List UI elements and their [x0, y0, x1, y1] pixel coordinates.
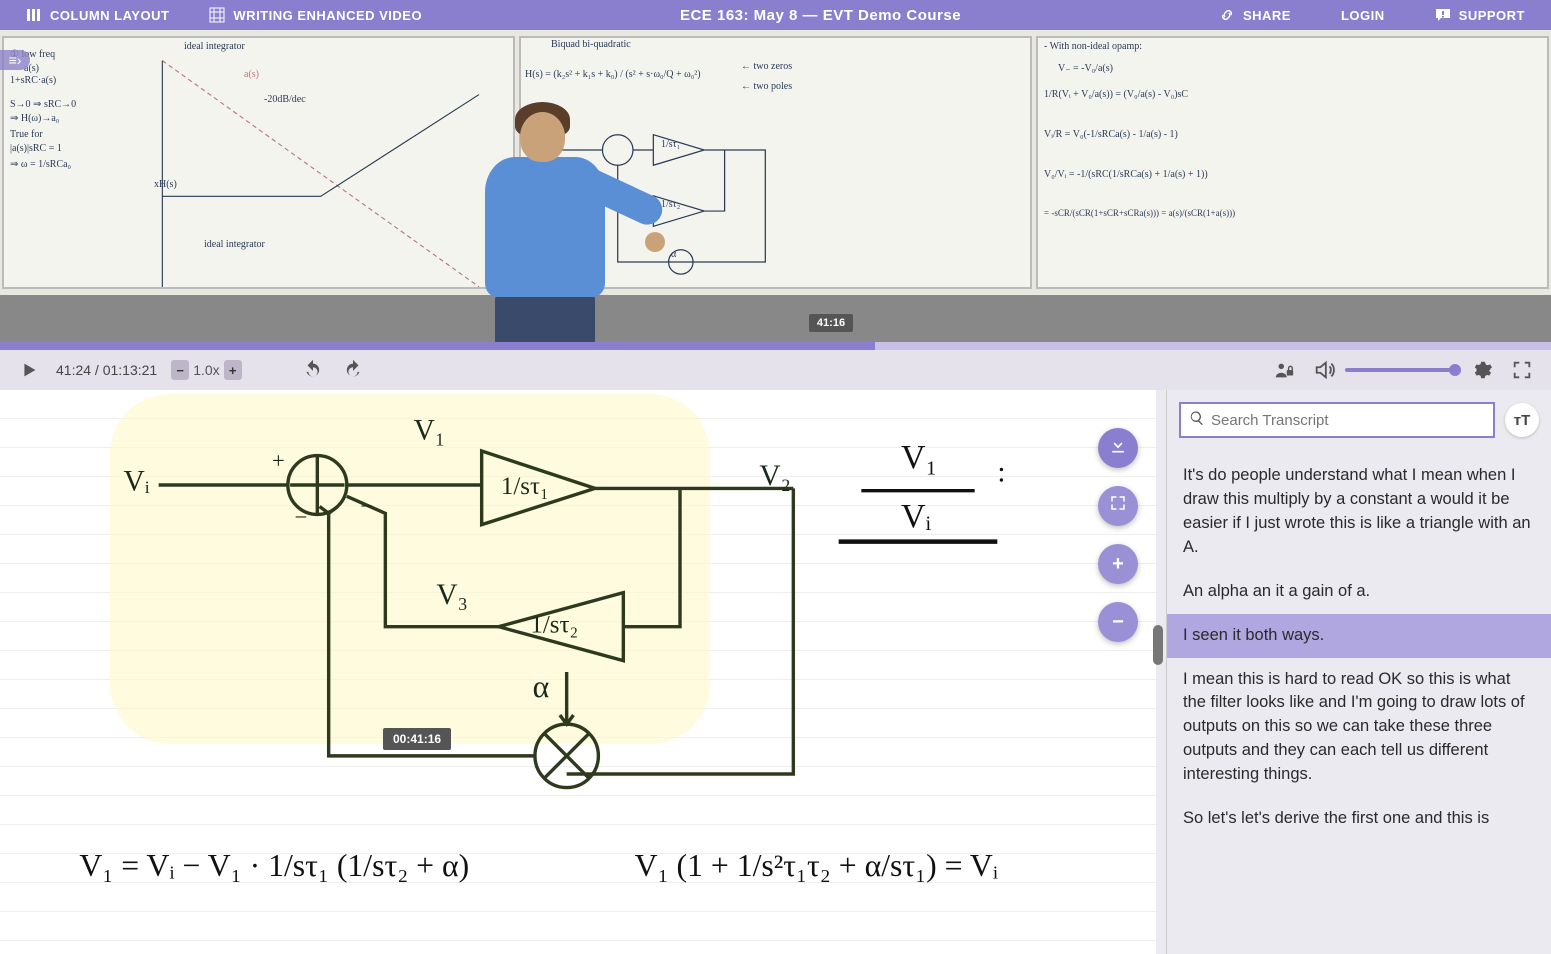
- plus-icon: +: [1112, 553, 1124, 576]
- settings-button[interactable]: [1469, 357, 1495, 383]
- transcript-item[interactable]: I seen it both ways.: [1167, 614, 1551, 658]
- whiteboard-right: - With non-ideal opamp: V₋ = -V₀/a(s) 1/…: [1036, 36, 1549, 289]
- transcript-search[interactable]: [1179, 402, 1495, 438]
- volume-control[interactable]: [1311, 357, 1455, 383]
- gear-icon: [1471, 359, 1493, 381]
- svg-text:V₁ = Vᵢ − V₁ · 1/sτ₁ (1/sτ₂ +: V₁ = Vᵢ − V₁ · 1/sτ₁ (1/sτ₂ + α): [79, 848, 469, 883]
- video-controls: 41:24 / 01:13:21 − 1.0x +: [0, 350, 1551, 390]
- panel-expand-button[interactable]: ≡›: [0, 50, 30, 70]
- svg-text::: :: [997, 457, 1005, 489]
- login-button[interactable]: LOGIN: [1341, 8, 1385, 23]
- svg-text:1/sτ₁: 1/sτ₁: [501, 473, 549, 500]
- svg-text:Vᵢ: Vᵢ: [124, 466, 150, 498]
- svg-text:V₁: V₁: [414, 415, 446, 447]
- fullscreen-button[interactable]: [1509, 357, 1535, 383]
- column-layout-button[interactable]: COLUMN LAYOUT: [26, 7, 169, 23]
- text-size-icon: тT: [1514, 412, 1531, 429]
- transcript-list[interactable]: It's do people understand what I mean wh…: [1167, 448, 1551, 954]
- zoom-out-button[interactable]: −: [1098, 602, 1138, 642]
- fullscreen-icon: [1511, 359, 1533, 381]
- feedback-icon: [1435, 7, 1451, 23]
- zoom-in-button[interactable]: +: [1098, 544, 1138, 584]
- seek-bar[interactable]: [0, 342, 1551, 350]
- replay-icon: [302, 359, 324, 381]
- svg-text:V₃: V₃: [436, 579, 468, 611]
- speed-control: − 1.0x +: [171, 360, 241, 380]
- download-button[interactable]: [1098, 428, 1138, 468]
- svg-text:Vᵢ: Vᵢ: [901, 498, 932, 535]
- whiteboard-left: ① low freq a(s) 1+sRC·a(s) S→0 ⇒ sRC→0 ⇒…: [2, 36, 515, 289]
- svg-text:V₁: V₁: [901, 439, 937, 476]
- forward-icon: [342, 359, 364, 381]
- privacy-button[interactable]: [1271, 357, 1297, 383]
- download-icon: [1108, 435, 1128, 461]
- forward-button[interactable]: [340, 357, 366, 383]
- svg-text:−: −: [295, 505, 308, 530]
- grid-icon: [209, 7, 225, 23]
- volume-slider[interactable]: [1345, 368, 1455, 372]
- speed-value: 1.0x: [189, 362, 223, 378]
- speed-down-button[interactable]: −: [171, 360, 189, 380]
- columns-icon: [26, 7, 42, 23]
- minus-icon: −: [1112, 611, 1124, 634]
- svg-text:1/sτ₂: 1/sτ₂: [530, 611, 578, 638]
- whiteboard-notes-panel[interactable]: Vᵢ V₁ V₂ V₃ 1/sτ₁ 1/sτ₂ α + − − V₁ Vᵢ : …: [0, 390, 1156, 954]
- speed-up-button[interactable]: +: [224, 360, 242, 380]
- share-button[interactable]: SHARE: [1219, 7, 1291, 23]
- transcript-item[interactable]: It's do people understand what I mean wh…: [1167, 454, 1551, 570]
- svg-text:+: +: [272, 448, 285, 473]
- rewind-button[interactable]: [300, 357, 326, 383]
- search-input[interactable]: [1211, 412, 1485, 429]
- svg-text:−: −: [360, 493, 373, 518]
- svg-text:V₁ (1 + 1/s²τ₁τ₂ + α/sτ₁) = Vᵢ: V₁ (1 + 1/s²τ₁τ₂ + α/sτ₁) = Vᵢ: [635, 848, 998, 883]
- instructor: [465, 82, 625, 342]
- person-lock-icon: [1273, 359, 1295, 381]
- svg-text:V₂: V₂: [759, 460, 791, 492]
- top-bar: COLUMN LAYOUT WRITING ENHANCED VIDEO ECE…: [0, 0, 1551, 30]
- transcript-panel: тT It's do people understand what I mean…: [1166, 390, 1551, 954]
- search-icon: [1189, 410, 1205, 431]
- notes-timestamp: 00:41:16: [383, 728, 451, 750]
- transcript-item[interactable]: So let's let's derive the first one and …: [1167, 797, 1551, 841]
- play-button[interactable]: [16, 357, 42, 383]
- course-title: ECE 163: May 8 — EVT Demo Course: [422, 7, 1219, 24]
- writing-enhanced-toggle[interactable]: WRITING ENHANCED VIDEO: [209, 7, 422, 23]
- play-icon: [18, 359, 40, 381]
- link-icon: [1219, 7, 1235, 23]
- video-marker-timestamp: 41:16: [809, 314, 853, 332]
- notes-diagram: Vᵢ V₁ V₂ V₃ 1/sτ₁ 1/sτ₂ α + − − V₁ Vᵢ : …: [0, 390, 1156, 954]
- panel-resize-handle[interactable]: [1156, 390, 1166, 954]
- seek-progress: [0, 342, 875, 350]
- volume-icon: [1313, 359, 1335, 381]
- volume-button[interactable]: [1311, 357, 1337, 383]
- text-size-button[interactable]: тT: [1505, 403, 1539, 437]
- chevron-right-icon: ≡›: [9, 52, 22, 68]
- video-player[interactable]: ① low freq a(s) 1+sRC·a(s) S→0 ⇒ sRC→0 ⇒…: [0, 30, 1551, 342]
- expand-icon: [1109, 494, 1127, 518]
- time-display: 41:24 / 01:13:21: [56, 362, 157, 378]
- transcript-item[interactable]: I mean this is hard to read OK so this i…: [1167, 658, 1551, 798]
- expand-notes-button[interactable]: [1098, 486, 1138, 526]
- support-button[interactable]: SUPPORT: [1435, 7, 1525, 23]
- svg-text:α: α: [533, 669, 550, 704]
- transcript-item[interactable]: An alpha an it a gain of a.: [1167, 570, 1551, 614]
